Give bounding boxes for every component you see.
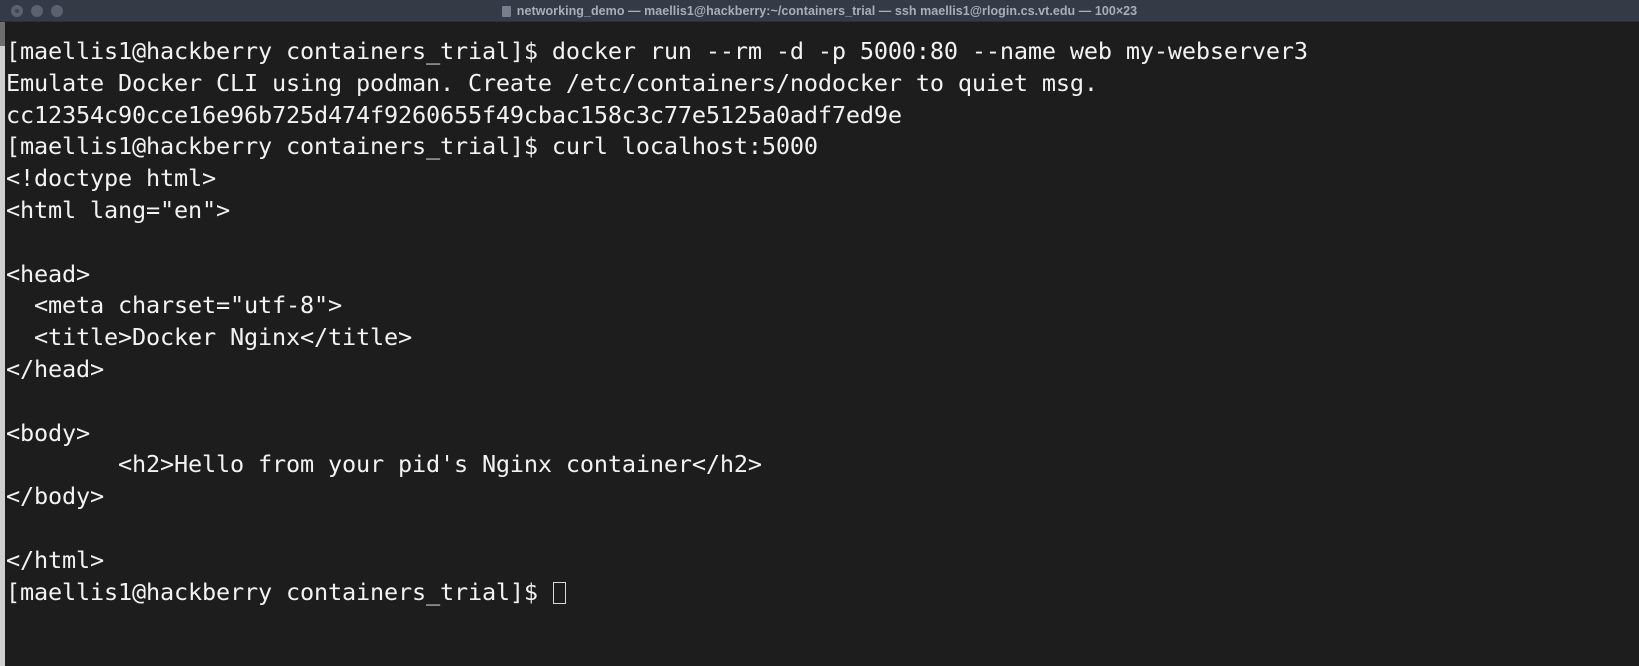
close-window-button[interactable] [11,4,23,17]
terminal-line: <meta charset="utf-8"> [6,291,342,320]
terminal-line: <h2>Hello from your pid's Nginx containe… [6,450,762,479]
terminal-window: networking_demo — maellis1@hackberry:~/c… [0,0,1639,666]
minimize-window-button[interactable] [31,4,43,17]
terminal-icon [501,6,511,17]
terminal-line: </html> [6,545,104,574]
terminal-line: <body> [6,418,90,447]
terminal-line: [maellis1@hackberry containers_trial]$ d… [6,37,1308,65]
terminal-screen[interactable]: [maellis1@hackberry containers_trial]$ d… [6,22,1639,666]
terminal-line: <title>Docker Nginx</title> [6,323,412,352]
terminal-prompt-line[interactable]: [maellis1@hackberry containers_trial]$ [6,577,1639,609]
terminal-line: Emulate Docker CLI using podman. Create … [6,68,1098,97]
window-title: networking_demo — maellis1@hackberry:~/c… [516,3,1138,18]
scrollbar-thumb[interactable] [0,22,5,46]
terminal-line: </body> [6,482,104,511]
window-title-container: networking_demo — maellis1@hackberry:~/c… [0,0,1639,21]
shell-prompt: [maellis1@hackberry containers_trial]$ [6,577,552,606]
terminal-line: <head> [6,259,90,288]
terminal-line: [maellis1@hackberry containers_trial]$ c… [6,132,818,161]
window-titlebar: networking_demo — maellis1@hackberry:~/c… [0,0,1639,22]
text-cursor [552,581,566,604]
terminal-body[interactable]: [maellis1@hackberry containers_trial]$ d… [0,22,1639,666]
terminal-scrollbar[interactable] [0,22,5,666]
terminal-line: </head> [6,354,104,383]
terminal-line: cc12354c90cce16e96b725d474f9260655f49cba… [6,100,902,129]
maximize-window-button[interactable] [51,4,63,17]
terminal-line: <html lang="en"> [6,195,230,224]
traffic-light-group [0,4,63,17]
terminal-line: <!doctype html> [6,164,216,193]
